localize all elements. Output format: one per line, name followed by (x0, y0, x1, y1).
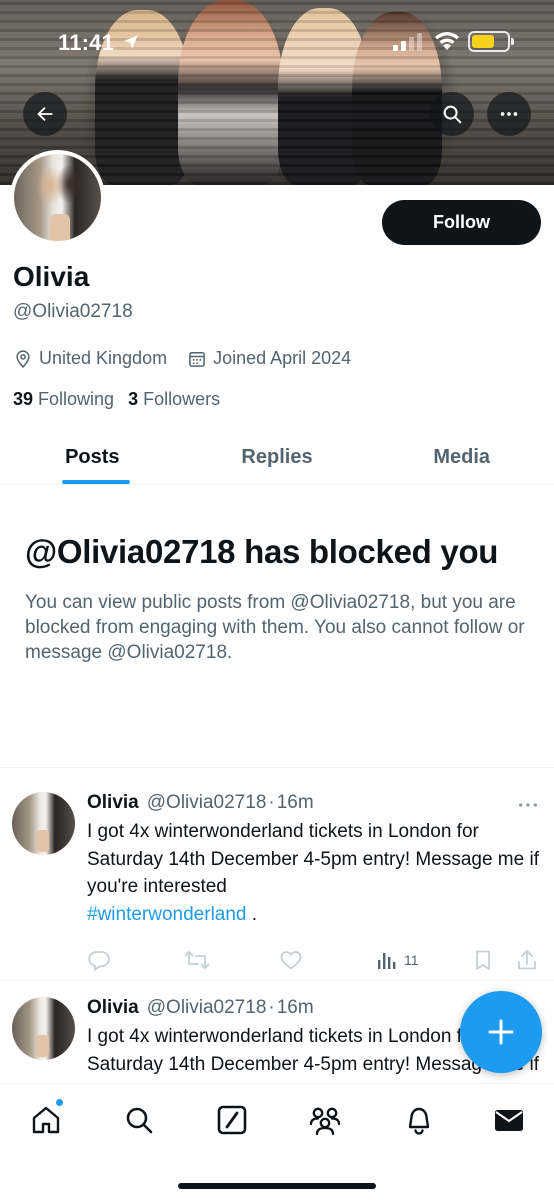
post-text-content: I got 4x winterwonderland tickets in Lon… (87, 821, 539, 897)
tab-posts[interactable]: Posts (0, 430, 185, 484)
nav-messages[interactable] (491, 1102, 527, 1138)
nav-search[interactable] (121, 1102, 157, 1138)
more-horizontal-icon (500, 112, 518, 116)
followers-label: Followers (143, 389, 221, 409)
compose-post-button[interactable] (460, 991, 542, 1073)
profile-location-text: United Kingdom (39, 348, 168, 368)
nav-grok[interactable] (214, 1102, 250, 1138)
arrow-left-icon (37, 106, 53, 122)
search-button[interactable] (430, 92, 474, 136)
location-pin-icon (16, 349, 30, 368)
reply-button[interactable] (87, 949, 111, 971)
tab-posts-label: Posts (65, 445, 120, 468)
following-link[interactable]: 39 Following (13, 389, 114, 410)
profile-display-name: Olivia (13, 261, 90, 292)
post-actions: 11 (87, 949, 547, 975)
followers-count: 3 (128, 389, 139, 409)
blocked-notice-title: @Olivia02718 has blocked you (25, 533, 499, 570)
post-avatar[interactable] (12, 792, 75, 855)
profile-handle: @Olivia02718 (13, 301, 133, 322)
repost-icon (184, 951, 210, 969)
tab-replies[interactable]: Replies (185, 430, 370, 484)
tab-media-label: Media (433, 445, 491, 468)
post-avatar[interactable] (12, 997, 75, 1060)
profile-location: United Kingdom (13, 348, 167, 369)
status-bar: 11:41 (0, 0, 554, 84)
location-arrow-icon (124, 35, 138, 49)
section-divider (0, 767, 554, 768)
home-indicator (178, 1183, 376, 1189)
views-button[interactable]: 11 (376, 949, 419, 971)
nav-communities[interactable] (307, 1102, 343, 1138)
post-header: Olivia @Olivia02718 · 16m (87, 997, 314, 1019)
profile-avatar[interactable] (10, 150, 105, 245)
profile-joined-text: Joined April 2024 (213, 348, 352, 368)
repost-button[interactable] (184, 949, 210, 971)
post-text: I got 4x winterwonderland tickets in Lon… (87, 818, 549, 928)
heart-icon (280, 951, 302, 970)
followers-link[interactable]: 3 Followers (128, 389, 220, 410)
post-text-trailing: . (246, 903, 258, 925)
tab-replies-label: Replies (241, 445, 313, 468)
search-icon (443, 105, 462, 124)
back-button[interactable] (23, 92, 67, 136)
post-author-name: Olivia (87, 792, 139, 813)
messages-envelope-icon (495, 1110, 523, 1131)
follow-stats: 39 Following 3 Followers (13, 389, 234, 410)
post-header: Olivia @Olivia02718 · 16m (87, 792, 314, 814)
post-author-handle: @Olivia02718 (146, 997, 267, 1018)
reply-icon (88, 951, 110, 971)
cellular-signal-icon (393, 33, 422, 51)
nav-notifications[interactable] (401, 1102, 437, 1138)
bookmark-icon (476, 950, 490, 970)
wifi-icon (435, 32, 459, 50)
follow-button[interactable]: Follow (382, 200, 541, 245)
bookmark-button[interactable] (472, 949, 494, 971)
share-button[interactable] (516, 949, 538, 971)
battery-low-power-icon (468, 31, 514, 52)
bar-chart-icon (378, 953, 396, 969)
post-author-name: Olivia (87, 997, 139, 1018)
more-options-button[interactable] (487, 92, 531, 136)
status-time: 11:41 (58, 30, 115, 55)
post-hashtag[interactable]: #winterwonderland (87, 904, 247, 925)
tab-media[interactable]: Media (369, 430, 554, 484)
share-icon (518, 950, 536, 970)
nav-home[interactable] (28, 1098, 64, 1138)
following-count: 39 (13, 389, 34, 409)
communities-icon (309, 1107, 341, 1136)
notification-dot (55, 1098, 64, 1107)
blocked-notice: @Olivia02718 has blocked you You can vie… (25, 530, 525, 665)
grok-icon (217, 1105, 247, 1135)
following-label: Following (38, 389, 115, 409)
profile-tabs: Posts Replies Media (0, 430, 554, 485)
calendar-icon (189, 351, 205, 367)
profile-joined: Joined April 2024 (187, 348, 351, 369)
post-more-icon[interactable] (517, 796, 539, 814)
post[interactable]: Olivia @Olivia02718 · 16m I got 4x winte… (0, 792, 554, 982)
views-count: 11 (404, 952, 419, 968)
search-icon (126, 1107, 153, 1134)
compose-plus-icon (488, 1019, 514, 1045)
post-time: 16m (276, 792, 314, 813)
home-icon (32, 1106, 60, 1134)
active-tab-indicator (62, 480, 130, 484)
blocked-notice-body: You can view public posts from @Olivia02… (25, 592, 525, 663)
post-time: 16m (276, 997, 314, 1018)
post-divider (0, 980, 554, 981)
post-separator: · (268, 792, 275, 813)
notifications-bell-icon (408, 1107, 430, 1135)
post-author-handle: @Olivia02718 (146, 792, 267, 813)
like-button[interactable] (279, 949, 303, 971)
profile-meta: United Kingdom Joined April 2024 (13, 348, 371, 369)
post-separator: · (268, 997, 275, 1018)
